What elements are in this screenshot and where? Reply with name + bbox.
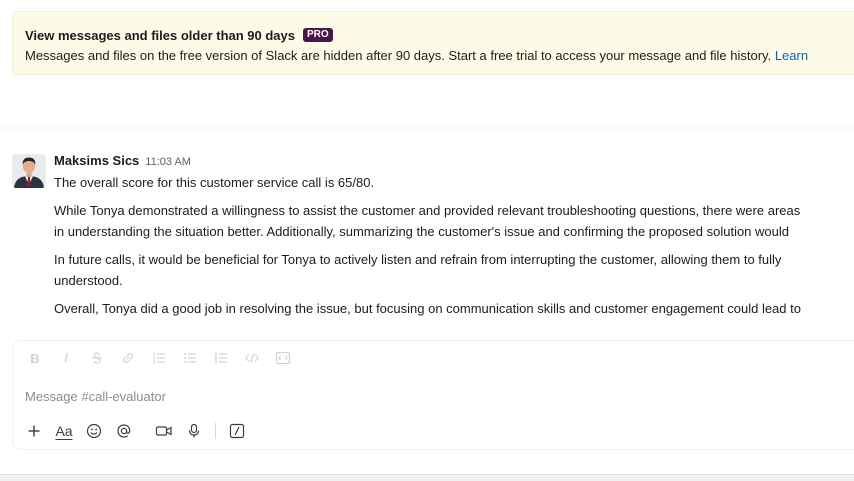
message-content: Maksims Sics 11:03 AM The overall score …: [54, 153, 854, 319]
message-timestamp[interactable]: 11:03 AM: [145, 156, 191, 168]
strikethrough-icon: [92, 352, 102, 364]
message-line: The overall score for this customer serv…: [54, 175, 375, 190]
toolbar-divider: [215, 423, 216, 439]
video-camera-icon: [155, 426, 172, 436]
italic-button[interactable]: I: [56, 348, 76, 368]
link-button[interactable]: [118, 348, 138, 368]
attach-button[interactable]: [21, 419, 47, 443]
message-input[interactable]: [25, 385, 805, 407]
ordered-list-button[interactable]: [149, 348, 169, 368]
code-icon: [244, 353, 260, 363]
link-icon: [123, 353, 133, 363]
pro-badge: PRO: [303, 28, 333, 42]
shortcuts-button[interactable]: [224, 419, 250, 443]
banner-body-text: Messages and files on the free version o…: [25, 48, 775, 63]
message-composer: B I Aa: [12, 340, 854, 450]
bold-button[interactable]: B: [25, 348, 45, 368]
strikethrough-button[interactable]: [87, 348, 107, 368]
bulleted-list-button[interactable]: [180, 348, 200, 368]
emoji-button[interactable]: [81, 419, 107, 443]
microphone-icon: [188, 423, 200, 438]
banner-body: Messages and files on the free version o…: [25, 48, 854, 63]
message-line: In future calls, it would be beneficial …: [54, 252, 782, 267]
code-block-icon: [275, 351, 291, 365]
text-format-icon: Aa: [55, 423, 73, 439]
sender-name[interactable]: Maksims Sics: [54, 153, 139, 168]
at-sign-icon: [117, 424, 131, 438]
bold-icon: B: [30, 350, 40, 366]
video-clip-button[interactable]: [151, 419, 177, 443]
message-line: understood.: [54, 273, 123, 288]
plus-icon: [28, 425, 40, 437]
composer-actions: Aa: [21, 419, 250, 443]
upgrade-banner: View messages and files older than 90 da…: [12, 11, 854, 75]
message-item: Maksims Sics 11:03 AM The overall score …: [0, 150, 854, 322]
blockquote-button[interactable]: [211, 348, 231, 368]
mention-button[interactable]: [111, 419, 137, 443]
blockquote-icon: [215, 353, 227, 363]
bulleted-list-icon: [184, 353, 196, 363]
date-divider: [0, 122, 854, 134]
slash-command-icon: [229, 423, 245, 439]
learn-more-link[interactable]: Learn: [775, 48, 808, 63]
message-header: Maksims Sics 11:03 AM: [54, 153, 854, 171]
formatting-toolbar: B I: [25, 347, 293, 369]
code-block-button[interactable]: [273, 348, 293, 368]
formatting-toggle-button[interactable]: Aa: [51, 419, 77, 443]
italic-icon: I: [63, 350, 69, 365]
message-line: Overall, Tonya did a good job in resolvi…: [54, 301, 801, 316]
emoji-icon: [86, 423, 102, 439]
ordered-list-icon: [153, 352, 165, 364]
message-line: While Tonya demonstrated a willingness t…: [54, 203, 801, 218]
audio-clip-button[interactable]: [181, 419, 207, 443]
avatar[interactable]: [12, 154, 46, 188]
code-button[interactable]: [242, 348, 262, 368]
message-line: in understanding the situation better. A…: [54, 224, 789, 239]
banner-title-row: View messages and files older than 90 da…: [25, 26, 854, 44]
banner-title: View messages and files older than 90 da…: [25, 27, 295, 43]
